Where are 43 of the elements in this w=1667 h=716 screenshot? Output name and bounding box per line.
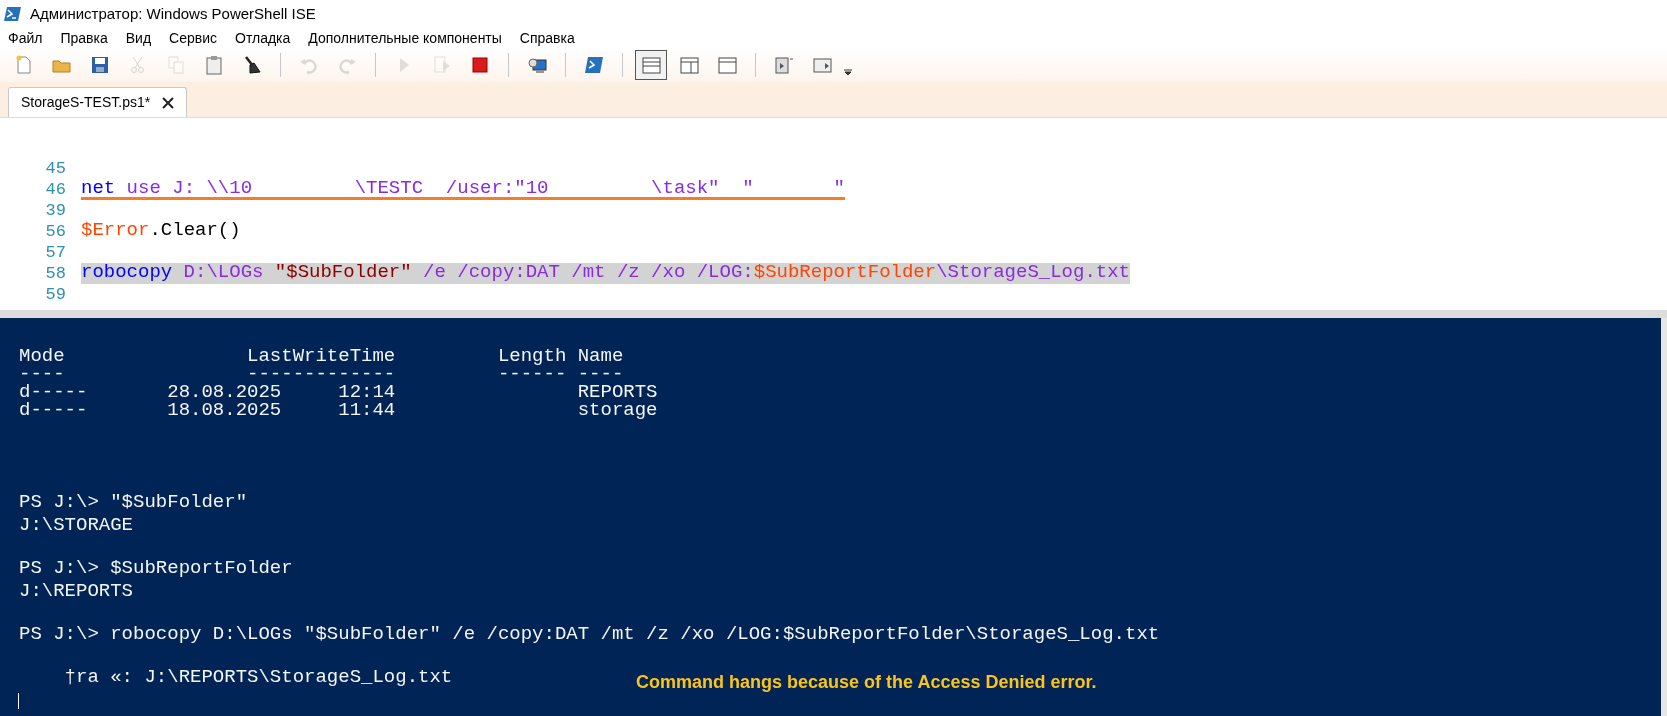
console-output-line: PS J:\> $SubReportFolder — [19, 557, 293, 580]
menu-item[interactable]: Файл — [8, 27, 43, 49]
window-title: Администратор: Windows PowerShell ISE — [30, 3, 316, 24]
copy-icon — [165, 54, 187, 76]
console-output-line: Mode LastWriteTime Length Name — [19, 347, 625, 365]
stop-icon — [469, 54, 491, 76]
menu-item[interactable]: Правка — [60, 27, 108, 49]
line-number: 46 — [44, 179, 67, 200]
split-vertical-icon — [678, 54, 700, 76]
text-cursor — [18, 693, 19, 709]
powershell-logo-icon — [4, 6, 22, 22]
clipboard-icon — [203, 54, 225, 76]
line-number: 45 — [44, 158, 67, 179]
console-output-line: PS J:\> "$SubFolder" — [19, 491, 248, 514]
menu-item[interactable]: Справка — [519, 27, 575, 49]
menu-item[interactable]: Вид — [125, 27, 152, 49]
console-output-line: J:\STORAGE — [19, 514, 135, 537]
console-output-line: ---- ------------- ------ ---- — [19, 365, 625, 383]
console-output-line: PS J:\> robocopy D:\LOGs "$SubFolder" /e /copy:DAT /mt /z /xo /LOG:$SubReportFolder\StorageS_Log.txt — [19, 623, 1160, 646]
line-number: 58 — [44, 263, 67, 284]
line-number: 56 — [44, 221, 67, 242]
split-horizontal-icon — [640, 54, 662, 76]
annotation-text: Command hangs because of the Access Denied error. — [636, 672, 1097, 692]
line-number: 39 — [44, 200, 67, 221]
console-output-line: †ra «: J:\REPORTS\StorageS_Log.txt — [63, 666, 453, 689]
console-output-line: d----- 28.08.2025 12:14 REPORTS — [19, 383, 659, 401]
line-number: 59 — [44, 284, 67, 305]
menu-item[interactable]: Отладка — [235, 27, 291, 49]
console-output-line: J:\REPORTS — [19, 580, 135, 603]
tab-label: StorageS-TEST.ps1* — [21, 93, 151, 112]
powershell-icon — [583, 54, 605, 76]
line-number: 57 — [44, 242, 67, 263]
console-output-line: d----- 18.08.2025 11:44 storage — [19, 401, 659, 419]
window-icon — [716, 54, 738, 76]
save-icon — [89, 54, 111, 76]
scrollbar[interactable] — [1661, 318, 1667, 716]
command-pane-icon — [773, 54, 795, 76]
menu-item[interactable]: Дополнительные компоненты — [308, 27, 502, 49]
script-tab[interactable]: StorageS-TEST.ps1* — [8, 87, 188, 117]
split-horizontal-button[interactable] — [635, 50, 667, 80]
overflow-caret-icon[interactable] — [844, 68, 852, 76]
close-icon[interactable] — [162, 96, 175, 109]
menu-item[interactable]: Сервис — [169, 27, 217, 49]
